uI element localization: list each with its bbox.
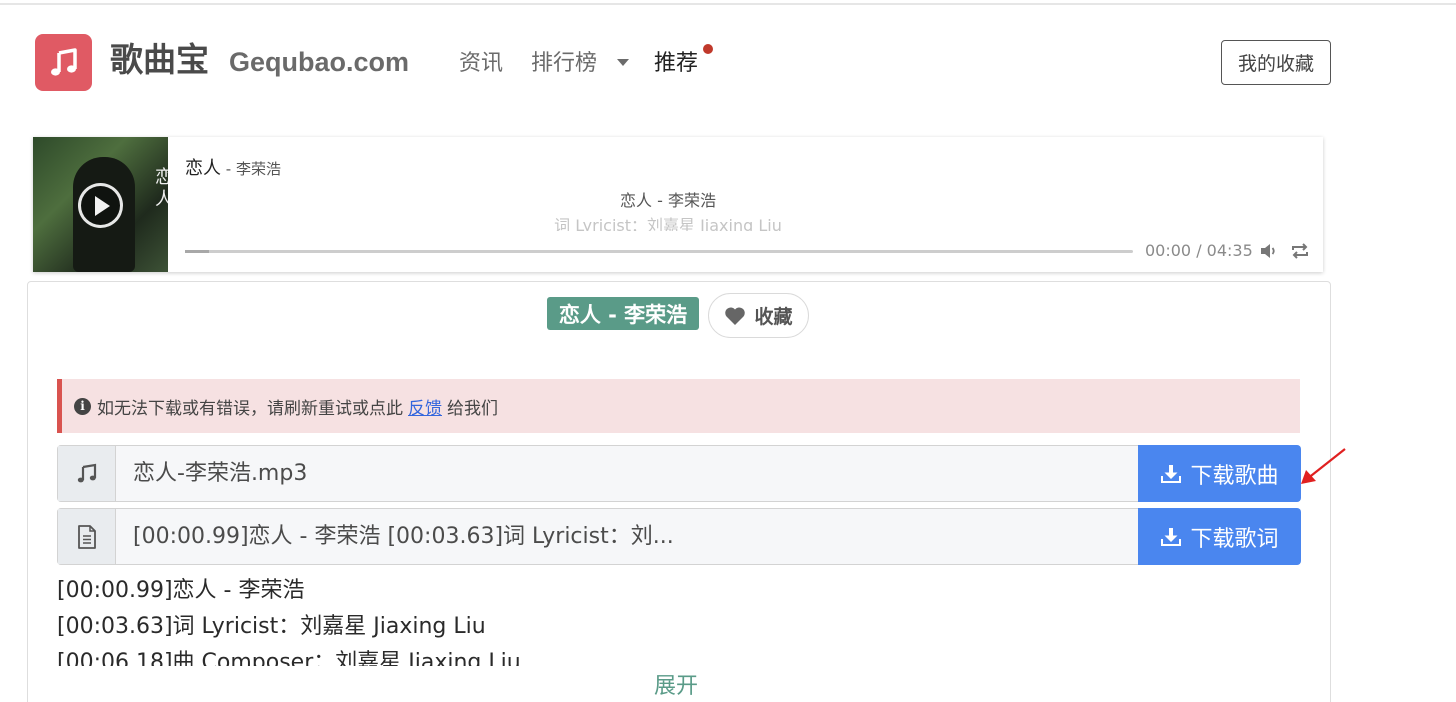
download-lyrics-button[interactable]: 下载歌词 <box>1138 508 1301 565</box>
music-note-icon <box>50 47 77 76</box>
song-download-row: 恋人-李荣浩.mp3 下载歌曲 <box>57 445 1301 502</box>
lyric-next-line: 词 Lyricist：刘嘉星 Jiaxing Liu <box>554 216 782 231</box>
download-icon <box>1161 464 1182 483</box>
audio-player: 恋人 恋人 - 李荣浩 恋人 - 李荣浩 词 Lyricist：刘嘉星 Jiax… <box>33 137 1323 272</box>
download-icon <box>1161 527 1182 546</box>
file-text-icon <box>77 524 96 549</box>
progress-fill <box>185 250 209 253</box>
brand-name[interactable]: 歌曲宝 <box>110 38 209 82</box>
heart-icon <box>725 306 746 325</box>
feedback-link[interactable]: 反馈 <box>408 394 442 419</box>
lyric-line: [00:06.18]曲 Composer：刘嘉星 Jiaxing Liu <box>57 650 521 666</box>
logo[interactable] <box>35 34 92 91</box>
song-filename-field[interactable]: 恋人-李荣浩.mp3 <box>133 446 1133 501</box>
nav-news[interactable]: 资讯 <box>459 49 503 79</box>
player-artist: 李荣浩 <box>235 160 281 178</box>
expand-lyrics-link[interactable]: 展开 <box>654 673 698 701</box>
loop-icon[interactable] <box>1290 241 1310 261</box>
my-favorites-button[interactable]: 我的收藏 <box>1221 40 1331 85</box>
album-cover: 恋人 <box>33 137 168 272</box>
red-arrow-annotation <box>1301 448 1346 484</box>
lyrics-preview-field[interactable]: [00:00.99]恋人 - 李荣浩 [00:03.63]词 Lyricist：… <box>133 509 1133 564</box>
caret-down-icon[interactable] <box>617 59 629 66</box>
error-alert: i 如无法下载或有错误，请刷新重试或点此 反馈 给我们 <box>57 379 1300 433</box>
alert-text-before: 如无法下载或有错误，请刷新重试或点此 <box>97 398 403 419</box>
volume-icon[interactable] <box>1259 241 1279 261</box>
row-icon-cell <box>58 446 116 501</box>
play-button[interactable] <box>78 183 123 228</box>
collect-button[interactable]: 收藏 <box>708 293 809 338</box>
player-title: 恋人 - 李荣浩 <box>185 157 281 181</box>
nav-recommend[interactable]: 推荐 <box>654 49 698 79</box>
info-icon: i <box>74 397 91 415</box>
collect-label: 收藏 <box>754 306 793 328</box>
song-title-badge: 恋人 - 李荣浩 <box>547 297 699 330</box>
player-separator: - <box>221 160 236 178</box>
download-song-button[interactable]: 下载歌曲 <box>1138 445 1301 502</box>
notification-dot <box>703 44 713 54</box>
lyrics-download-row: [00:00.99]恋人 - 李荣浩 [00:03.63]词 Lyricist：… <box>57 508 1301 565</box>
lyric-line: [00:00.99]恋人 - 李荣浩 <box>57 578 305 603</box>
cover-title-text: 恋人 <box>155 167 168 210</box>
play-icon <box>95 195 110 216</box>
top-divider <box>0 3 1456 5</box>
music-note-icon <box>77 463 96 482</box>
download-song-label: 下载歌曲 <box>1190 463 1279 489</box>
progress-bar[interactable] <box>185 250 1133 253</box>
nav-ranking[interactable]: 排行榜 <box>531 49 597 79</box>
brand-domain[interactable]: Gequbao.com <box>229 44 409 80</box>
lyric-line: [00:03.63]词 Lyricist：刘嘉星 Jiaxing Liu <box>57 614 486 639</box>
time-display: 00:00 / 04:35 <box>1145 241 1253 260</box>
alert-text-after: 给我们 <box>447 398 498 419</box>
download-lyrics-label: 下载歌词 <box>1190 526 1279 552</box>
player-song: 恋人 <box>185 158 221 179</box>
lyric-current-line: 恋人 - 李荣浩 <box>620 191 716 210</box>
row-icon-cell <box>58 509 116 564</box>
